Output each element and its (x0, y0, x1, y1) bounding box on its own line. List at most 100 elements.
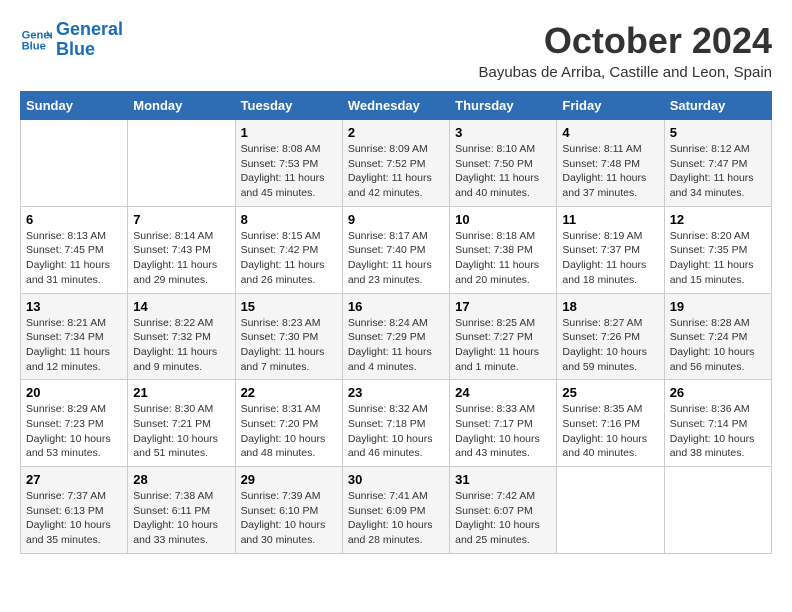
calendar-cell: 6Sunrise: 8:13 AM Sunset: 7:45 PM Daylig… (21, 206, 128, 293)
calendar-cell: 21 Sunrise: 8:30 AM Sunset: 7:21 PM Dayli… (128, 380, 235, 467)
day-number: 27 (26, 472, 122, 487)
cell-content: Sunrise: 8:22 AM Sunset: 7:32 PM Dayligh… (133, 316, 229, 375)
cell-content: Sunrise: 7:37 AM Sunset: 6:13 PM Dayligh… (26, 489, 122, 548)
calendar-cell: 18 Sunrise: 8:27 AM Sunset: 7:26 PM Dayli… (557, 293, 664, 380)
day-number: 9 (348, 212, 444, 227)
cell-content: Sunrise: 8:09 AM Sunset: 7:52 PM Dayligh… (348, 142, 444, 201)
cell-content: Sunrise: 8:32 AM Sunset: 7:18 PM Dayligh… (348, 402, 444, 461)
calendar-cell: 3 Sunrise: 8:10 AM Sunset: 7:50 PM Daylig… (450, 120, 557, 207)
day-number: 31 (455, 472, 551, 487)
calendar-cell: 11 Sunrise: 8:19 AM Sunset: 7:37 PM Dayli… (557, 206, 664, 293)
calendar-cell: 26 Sunrise: 8:36 AM Sunset: 7:14 PM Dayli… (664, 380, 771, 467)
cell-content: Sunrise: 8:30 AM Sunset: 7:21 PM Dayligh… (133, 402, 229, 461)
cell-content: Sunrise: 8:17 AM Sunset: 7:40 PM Dayligh… (348, 229, 444, 288)
calendar-cell: 30 Sunrise: 7:41 AM Sunset: 6:09 PM Dayli… (342, 467, 449, 554)
day-number: 20 (26, 385, 122, 400)
day-number: 29 (241, 472, 337, 487)
calendar-cell: 8 Sunrise: 8:15 AM Sunset: 7:42 PM Daylig… (235, 206, 342, 293)
calendar-header-row: SundayMondayTuesdayWednesdayThursdayFrid… (21, 92, 772, 120)
calendar-cell: 29 Sunrise: 7:39 AM Sunset: 6:10 PM Dayli… (235, 467, 342, 554)
calendar-cell: 9 Sunrise: 8:17 AM Sunset: 7:40 PM Daylig… (342, 206, 449, 293)
svg-text:Blue: Blue (22, 40, 46, 52)
cell-content: Sunrise: 8:35 AM Sunset: 7:16 PM Dayligh… (562, 402, 658, 461)
day-number: 23 (348, 385, 444, 400)
calendar-cell: 12Sunrise: 8:20 AM Sunset: 7:35 PM Dayli… (664, 206, 771, 293)
cell-content: Sunrise: 8:31 AM Sunset: 7:20 PM Dayligh… (241, 402, 337, 461)
cell-content: Sunrise: 8:12 AM Sunset: 7:47 PM Dayligh… (670, 142, 766, 201)
day-header-sunday: Sunday (21, 92, 128, 120)
calendar-week-row: 20 Sunrise: 8:29 AM Sunset: 7:23 PM Dayli… (21, 380, 772, 467)
calendar-table: SundayMondayTuesdayWednesdayThursdayFrid… (20, 91, 772, 554)
cell-content: Sunrise: 8:10 AM Sunset: 7:50 PM Dayligh… (455, 142, 551, 201)
cell-content: Sunrise: 8:36 AM Sunset: 7:14 PM Dayligh… (670, 402, 766, 461)
cell-content: Sunrise: 8:11 AM Sunset: 7:48 PM Dayligh… (562, 142, 658, 201)
cell-content: Sunrise: 7:38 AM Sunset: 6:11 PM Dayligh… (133, 489, 229, 548)
day-number: 12 (670, 212, 766, 227)
day-number: 30 (348, 472, 444, 487)
cell-content: Sunrise: 7:39 AM Sunset: 6:10 PM Dayligh… (241, 489, 337, 548)
calendar-cell: 27 Sunrise: 7:37 AM Sunset: 6:13 PM Dayli… (21, 467, 128, 554)
month-title: October 2024 (478, 20, 772, 62)
cell-content: Sunrise: 8:28 AM Sunset: 7:24 PM Dayligh… (670, 316, 766, 375)
day-number: 14 (133, 299, 229, 314)
title-section: October 2024 Bayubas de Arriba, Castille… (478, 20, 772, 81)
calendar-cell (557, 467, 664, 554)
day-number: 26 (670, 385, 766, 400)
day-number: 6 (26, 212, 122, 227)
day-header-wednesday: Wednesday (342, 92, 449, 120)
cell-content: Sunrise: 8:19 AM Sunset: 7:37 PM Dayligh… (562, 229, 658, 288)
day-number: 3 (455, 125, 551, 140)
cell-content: Sunrise: 8:21 AM Sunset: 7:34 PM Dayligh… (26, 316, 122, 375)
day-header-tuesday: Tuesday (235, 92, 342, 120)
day-header-thursday: Thursday (450, 92, 557, 120)
day-number: 25 (562, 385, 658, 400)
day-header-monday: Monday (128, 92, 235, 120)
cell-content: Sunrise: 8:27 AM Sunset: 7:26 PM Dayligh… (562, 316, 658, 375)
calendar-cell: 7Sunrise: 8:14 AM Sunset: 7:43 PM Daylig… (128, 206, 235, 293)
cell-content: Sunrise: 7:42 AM Sunset: 6:07 PM Dayligh… (455, 489, 551, 548)
day-number: 19 (670, 299, 766, 314)
cell-content: Sunrise: 8:33 AM Sunset: 7:17 PM Dayligh… (455, 402, 551, 461)
calendar-cell: 28Sunrise: 7:38 AM Sunset: 6:11 PM Dayli… (128, 467, 235, 554)
cell-content: Sunrise: 8:29 AM Sunset: 7:23 PM Dayligh… (26, 402, 122, 461)
day-number: 4 (562, 125, 658, 140)
cell-content: Sunrise: 7:41 AM Sunset: 6:09 PM Dayligh… (348, 489, 444, 548)
calendar-cell: 22Sunrise: 8:31 AM Sunset: 7:20 PM Dayli… (235, 380, 342, 467)
location-subtitle: Bayubas de Arriba, Castille and Leon, Sp… (478, 64, 772, 81)
calendar-week-row: 13 Sunrise: 8:21 AM Sunset: 7:34 PM Dayli… (21, 293, 772, 380)
day-number: 21 (133, 385, 229, 400)
day-number: 17 (455, 299, 551, 314)
page-header: General Blue GeneralBlue October 2024 Ba… (20, 20, 772, 81)
day-number: 2 (348, 125, 444, 140)
day-number: 16 (348, 299, 444, 314)
day-header-saturday: Saturday (664, 92, 771, 120)
calendar-week-row: 1Sunrise: 8:08 AM Sunset: 7:53 PM Daylig… (21, 120, 772, 207)
calendar-cell: 10 Sunrise: 8:18 AM Sunset: 7:38 PM Dayli… (450, 206, 557, 293)
calendar-cell (21, 120, 128, 207)
calendar-cell: 2 Sunrise: 8:09 AM Sunset: 7:52 PM Daylig… (342, 120, 449, 207)
calendar-cell: 24Sunrise: 8:33 AM Sunset: 7:17 PM Dayli… (450, 380, 557, 467)
day-number: 1 (241, 125, 337, 140)
calendar-cell (664, 467, 771, 554)
calendar-cell: 20 Sunrise: 8:29 AM Sunset: 7:23 PM Dayli… (21, 380, 128, 467)
calendar-cell: 19 Sunrise: 8:28 AM Sunset: 7:24 PM Dayli… (664, 293, 771, 380)
calendar-cell: 31 Sunrise: 7:42 AM Sunset: 6:07 PM Dayli… (450, 467, 557, 554)
calendar-cell: 14 Sunrise: 8:22 AM Sunset: 7:32 PM Dayli… (128, 293, 235, 380)
calendar-week-row: 27 Sunrise: 7:37 AM Sunset: 6:13 PM Dayli… (21, 467, 772, 554)
day-number: 8 (241, 212, 337, 227)
calendar-cell: 17Sunrise: 8:25 AM Sunset: 7:27 PM Dayli… (450, 293, 557, 380)
cell-content: Sunrise: 8:18 AM Sunset: 7:38 PM Dayligh… (455, 229, 551, 288)
calendar-cell: 15Sunrise: 8:23 AM Sunset: 7:30 PM Dayli… (235, 293, 342, 380)
cell-content: Sunrise: 8:23 AM Sunset: 7:30 PM Dayligh… (241, 316, 337, 375)
cell-content: Sunrise: 8:14 AM Sunset: 7:43 PM Dayligh… (133, 229, 229, 288)
day-number: 13 (26, 299, 122, 314)
calendar-cell: 23 Sunrise: 8:32 AM Sunset: 7:18 PM Dayli… (342, 380, 449, 467)
cell-content: Sunrise: 8:24 AM Sunset: 7:29 PM Dayligh… (348, 316, 444, 375)
day-number: 11 (562, 212, 658, 227)
day-number: 18 (562, 299, 658, 314)
calendar-cell: 4 Sunrise: 8:11 AM Sunset: 7:48 PM Daylig… (557, 120, 664, 207)
day-number: 10 (455, 212, 551, 227)
cell-content: Sunrise: 8:15 AM Sunset: 7:42 PM Dayligh… (241, 229, 337, 288)
calendar-week-row: 6Sunrise: 8:13 AM Sunset: 7:45 PM Daylig… (21, 206, 772, 293)
logo: General Blue GeneralBlue (20, 20, 123, 60)
